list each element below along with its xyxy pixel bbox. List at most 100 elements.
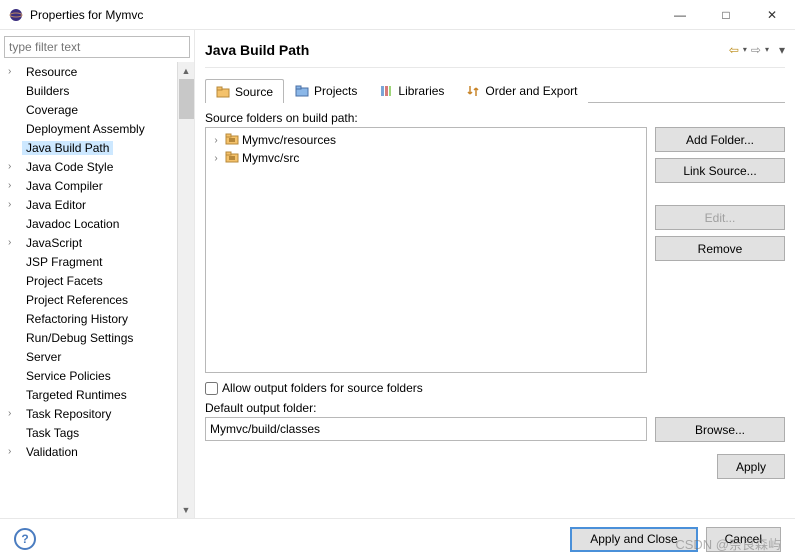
tab-label: Libraries bbox=[398, 84, 444, 98]
add-folder-button[interactable]: Add Folder... bbox=[655, 127, 785, 152]
tree-item-label: Deployment Assembly bbox=[22, 122, 149, 136]
link-source-button[interactable]: Link Source... bbox=[655, 158, 785, 183]
tab-label: Source bbox=[235, 85, 273, 99]
tree-item[interactable]: ›Task Tags bbox=[4, 423, 177, 442]
source-folder-label: Mymvc/resources bbox=[242, 133, 336, 147]
tree-item[interactable]: ›Project Facets bbox=[4, 271, 177, 290]
tree-item-label: Coverage bbox=[22, 103, 82, 117]
tree-item-label: Java Code Style bbox=[22, 160, 117, 174]
remove-button[interactable]: Remove bbox=[655, 236, 785, 261]
tree-item-label: Refactoring History bbox=[22, 312, 132, 326]
sidebar: ›Resource›Builders›Coverage›Deployment A… bbox=[0, 30, 195, 518]
tab-libraries[interactable]: Libraries bbox=[368, 79, 455, 103]
view-menu-icon[interactable]: ▾ bbox=[779, 43, 785, 57]
tree-item[interactable]: ›Coverage bbox=[4, 100, 177, 119]
source-folder-item[interactable]: › Mymvc/resources bbox=[208, 131, 644, 149]
default-output-label: Default output folder: bbox=[205, 401, 785, 415]
tab-projects[interactable]: Projects bbox=[284, 79, 368, 103]
nav-forward-menu-icon[interactable]: ▾ bbox=[765, 45, 769, 54]
help-icon[interactable]: ? bbox=[14, 528, 36, 550]
tree-item[interactable]: ›JSP Fragment bbox=[4, 252, 177, 271]
tabs: Source Projects Libraries Order and Export bbox=[205, 78, 785, 103]
footer: ? Apply and Close Cancel bbox=[0, 518, 795, 559]
tree-item-label: JavaScript bbox=[22, 236, 86, 250]
scroll-up-icon[interactable]: ▲ bbox=[178, 62, 194, 79]
chevron-right-icon[interactable]: › bbox=[210, 153, 222, 164]
tree-item-label: Resource bbox=[22, 65, 81, 79]
package-folder-icon bbox=[225, 150, 239, 167]
chevron-right-icon[interactable]: › bbox=[210, 135, 222, 146]
tab-order-and-export[interactable]: Order and Export bbox=[455, 79, 588, 103]
tree-item[interactable]: ›Project References bbox=[4, 290, 177, 309]
apply-button[interactable]: Apply bbox=[717, 454, 785, 479]
maximize-button[interactable]: □ bbox=[703, 0, 749, 30]
tree-item-label: Java Compiler bbox=[22, 179, 107, 193]
tab-label: Order and Export bbox=[485, 84, 577, 98]
tree-item-label: Java Build Path bbox=[22, 141, 113, 155]
libraries-icon bbox=[379, 84, 393, 98]
chevron-right-icon[interactable]: › bbox=[8, 237, 22, 248]
order-icon bbox=[466, 84, 480, 98]
tree-item[interactable]: ›Java Code Style bbox=[4, 157, 177, 176]
tree-item[interactable]: ›Java Editor bbox=[4, 195, 177, 214]
tree-item[interactable]: ›Deployment Assembly bbox=[4, 119, 177, 138]
tree-item[interactable]: ›Refactoring History bbox=[4, 309, 177, 328]
page-nav: ⇦ ▾ ⇨ ▾ ▾ bbox=[729, 43, 785, 57]
allow-output-label: Allow output folders for source folders bbox=[222, 381, 423, 395]
tree-item[interactable]: ›Task Repository bbox=[4, 404, 177, 423]
source-folder-item[interactable]: › Mymvc/src bbox=[208, 149, 644, 167]
chevron-right-icon[interactable]: › bbox=[8, 446, 22, 457]
tree-item-label: Project Facets bbox=[22, 274, 107, 288]
window-title: Properties for Mymvc bbox=[30, 8, 657, 22]
tree-item-label: Project References bbox=[22, 293, 132, 307]
chevron-right-icon[interactable]: › bbox=[8, 199, 22, 210]
tree-item-label: Task Tags bbox=[22, 426, 83, 440]
titlebar: Properties for Mymvc ― □ ✕ bbox=[0, 0, 795, 30]
chevron-right-icon[interactable]: › bbox=[8, 66, 22, 77]
source-folder-icon bbox=[216, 85, 230, 99]
tab-label: Projects bbox=[314, 84, 357, 98]
tree-item[interactable]: ›JavaScript bbox=[4, 233, 177, 252]
cancel-button[interactable]: Cancel bbox=[706, 527, 781, 552]
source-folders-tree[interactable]: › Mymvc/resources › Mymvc/src bbox=[205, 127, 647, 373]
edit-button[interactable]: Edit... bbox=[655, 205, 785, 230]
nav-back-menu-icon[interactable]: ▾ bbox=[743, 45, 747, 54]
tree-item[interactable]: ›Service Policies bbox=[4, 366, 177, 385]
chevron-right-icon[interactable]: › bbox=[8, 180, 22, 191]
tree-item[interactable]: ›Builders bbox=[4, 81, 177, 100]
tree-item[interactable]: ›Java Compiler bbox=[4, 176, 177, 195]
source-folder-label: Mymvc/src bbox=[242, 151, 299, 165]
scroll-down-icon[interactable]: ▼ bbox=[178, 501, 194, 518]
tree-item-label: Validation bbox=[22, 445, 82, 459]
scroll-thumb[interactable] bbox=[179, 79, 194, 119]
browse-button[interactable]: Browse... bbox=[655, 417, 785, 442]
default-output-input[interactable] bbox=[205, 417, 647, 441]
source-folders-label: Source folders on build path: bbox=[205, 111, 785, 125]
tab-source[interactable]: Source bbox=[205, 79, 284, 103]
chevron-right-icon[interactable]: › bbox=[8, 161, 22, 172]
tree-item-label: Java Editor bbox=[22, 198, 90, 212]
tree-item-label: JSP Fragment bbox=[22, 255, 106, 269]
tree-item[interactable]: ›Server bbox=[4, 347, 177, 366]
tree-item[interactable]: ›Javadoc Location bbox=[4, 214, 177, 233]
tree-item[interactable]: ›Run/Debug Settings bbox=[4, 328, 177, 347]
sidebar-scrollbar[interactable]: ▲ ▼ bbox=[177, 62, 194, 518]
scroll-track[interactable] bbox=[178, 119, 194, 501]
page-title: Java Build Path bbox=[205, 42, 729, 58]
chevron-right-icon[interactable]: › bbox=[8, 408, 22, 419]
tree-item[interactable]: ›Java Build Path bbox=[4, 138, 177, 157]
minimize-button[interactable]: ― bbox=[657, 0, 703, 30]
tree-item-label: Run/Debug Settings bbox=[22, 331, 137, 345]
tree-item[interactable]: ›Validation bbox=[4, 442, 177, 461]
allow-output-checkbox[interactable] bbox=[205, 382, 218, 395]
nav-forward-icon[interactable]: ⇨ bbox=[751, 43, 761, 57]
filter-input[interactable] bbox=[4, 36, 190, 58]
apply-and-close-button[interactable]: Apply and Close bbox=[570, 527, 697, 552]
tree-item[interactable]: ›Resource bbox=[4, 62, 177, 81]
tree-item-label: Builders bbox=[22, 84, 73, 98]
property-tree[interactable]: ›Resource›Builders›Coverage›Deployment A… bbox=[0, 62, 177, 518]
tree-item[interactable]: ›Targeted Runtimes bbox=[4, 385, 177, 404]
close-button[interactable]: ✕ bbox=[749, 0, 795, 30]
filter bbox=[4, 36, 190, 58]
nav-back-icon[interactable]: ⇦ bbox=[729, 43, 739, 57]
